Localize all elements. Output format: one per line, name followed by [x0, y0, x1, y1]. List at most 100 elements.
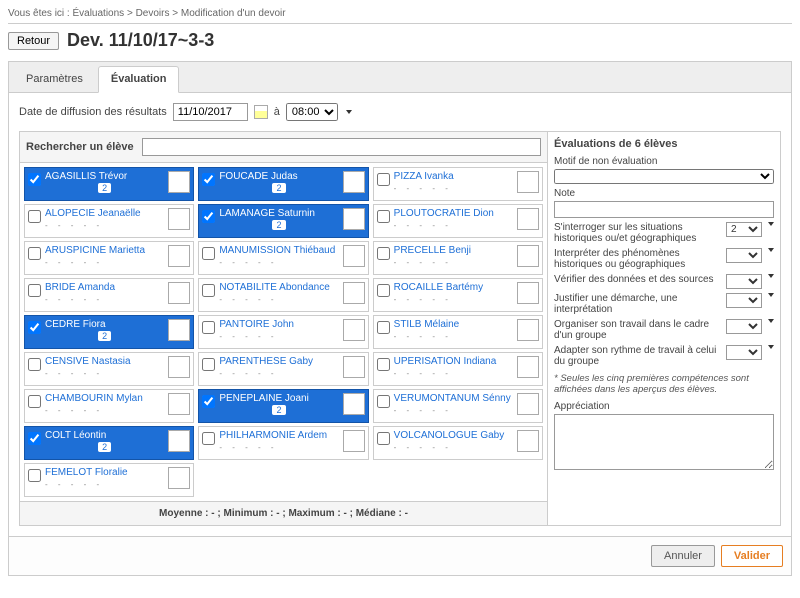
- student-name[interactable]: AGASILLIS Trévor: [45, 171, 164, 182]
- student-card[interactable]: ROCAILLE Bartémy- - - - -: [373, 278, 543, 312]
- student-card[interactable]: PLOUTOCRATIE Dion- - - - -: [373, 204, 543, 238]
- student-score-box[interactable]: [517, 245, 539, 267]
- motif-select[interactable]: [554, 169, 774, 184]
- student-score-box[interactable]: [343, 171, 365, 193]
- student-card[interactable]: CENSIVE Nastasia- - - - -: [24, 352, 194, 386]
- student-card[interactable]: UPERISATION Indiana- - - - -: [373, 352, 543, 386]
- student-checkbox[interactable]: [202, 210, 215, 223]
- student-card[interactable]: PENEPLAINE Joani2: [198, 389, 368, 423]
- student-checkbox[interactable]: [28, 284, 41, 297]
- competence-select[interactable]: [726, 274, 762, 289]
- student-score-box[interactable]: [343, 430, 365, 452]
- tab-evaluation[interactable]: Évaluation: [98, 66, 180, 93]
- student-name[interactable]: CHAMBOURIN Mylan: [45, 393, 164, 404]
- student-name[interactable]: PIZZA Ivanka: [394, 171, 513, 182]
- student-checkbox[interactable]: [377, 247, 390, 260]
- student-score-box[interactable]: [168, 282, 190, 304]
- student-checkbox[interactable]: [28, 210, 41, 223]
- student-card[interactable]: ARUSPICINE Marietta- - - - -: [24, 241, 194, 275]
- student-name[interactable]: STILB Mélaine: [394, 319, 513, 330]
- student-name[interactable]: CENSIVE Nastasia: [45, 356, 164, 367]
- student-score-box[interactable]: [343, 245, 365, 267]
- student-checkbox[interactable]: [28, 247, 41, 260]
- student-name[interactable]: VERUMONTANUM Sénny: [394, 393, 513, 404]
- student-card[interactable]: PRECELLE Benji- - - - -: [373, 241, 543, 275]
- student-score-box[interactable]: [517, 319, 539, 341]
- student-name[interactable]: ARUSPICINE Marietta: [45, 245, 164, 256]
- competence-select[interactable]: [726, 293, 762, 308]
- student-score-box[interactable]: [517, 430, 539, 452]
- student-name[interactable]: FEMELOT Floralie: [45, 467, 164, 478]
- student-score-box[interactable]: [343, 393, 365, 415]
- student-card[interactable]: CHAMBOURIN Mylan- - - - -: [24, 389, 194, 423]
- student-score-box[interactable]: [168, 467, 190, 489]
- student-score-box[interactable]: [517, 356, 539, 378]
- student-checkbox[interactable]: [202, 284, 215, 297]
- back-button[interactable]: Retour: [8, 32, 59, 50]
- validate-button[interactable]: Valider: [721, 545, 783, 567]
- student-name[interactable]: PANTOIRE John: [219, 319, 338, 330]
- student-name[interactable]: PLOUTOCRATIE Dion: [394, 208, 513, 219]
- student-name[interactable]: VOLCANOLOGUE Gaby: [394, 430, 513, 441]
- student-card[interactable]: PIZZA Ivanka- - - - -: [373, 167, 543, 201]
- student-card[interactable]: VOLCANOLOGUE Gaby- - - - -: [373, 426, 543, 460]
- student-card[interactable]: FEMELOT Floralie- - - - -: [24, 463, 194, 497]
- student-name[interactable]: PARENTHESE Gaby: [219, 356, 338, 367]
- competence-select[interactable]: [726, 248, 762, 263]
- competence-select[interactable]: 2: [726, 222, 762, 237]
- student-name[interactable]: MANUMISSION Thiébaud: [219, 245, 338, 256]
- student-checkbox[interactable]: [202, 247, 215, 260]
- student-checkbox[interactable]: [28, 358, 41, 371]
- student-score-box[interactable]: [168, 319, 190, 341]
- student-card[interactable]: FOUCADE Judas2: [198, 167, 368, 201]
- student-name[interactable]: BRIDE Amanda: [45, 282, 164, 293]
- student-score-box[interactable]: [168, 171, 190, 193]
- student-checkbox[interactable]: [377, 284, 390, 297]
- appreciation-textarea[interactable]: [554, 414, 774, 470]
- student-score-box[interactable]: [517, 282, 539, 304]
- student-score-box[interactable]: [168, 208, 190, 230]
- student-checkbox[interactable]: [377, 432, 390, 445]
- tab-parametres[interactable]: Paramètres: [13, 66, 96, 92]
- student-checkbox[interactable]: [202, 432, 215, 445]
- student-checkbox[interactable]: [28, 173, 41, 186]
- student-checkbox[interactable]: [377, 173, 390, 186]
- student-card[interactable]: VERUMONTANUM Sénny- - - - -: [373, 389, 543, 423]
- student-card[interactable]: PHILHARMONIE Ardem- - - - -: [198, 426, 368, 460]
- date-input[interactable]: [173, 103, 248, 121]
- student-name[interactable]: ROCAILLE Bartémy: [394, 282, 513, 293]
- student-name[interactable]: CEDRE Fiora: [45, 319, 164, 330]
- student-name[interactable]: ALOPECIE Jeanaëlle: [45, 208, 164, 219]
- student-card[interactable]: AGASILLIS Trévor2: [24, 167, 194, 201]
- student-score-box[interactable]: [168, 393, 190, 415]
- student-name[interactable]: PHILHARMONIE Ardem: [219, 430, 338, 441]
- student-checkbox[interactable]: [202, 395, 215, 408]
- student-name[interactable]: COLT Léontin: [45, 430, 164, 441]
- competence-select[interactable]: [726, 345, 762, 360]
- student-checkbox[interactable]: [28, 321, 41, 334]
- cancel-button[interactable]: Annuler: [651, 545, 715, 567]
- student-name[interactable]: LAMANAGE Saturnin: [219, 208, 338, 219]
- student-card[interactable]: MANUMISSION Thiébaud- - - - -: [198, 241, 368, 275]
- calendar-icon[interactable]: [254, 105, 268, 119]
- student-checkbox[interactable]: [377, 210, 390, 223]
- student-card[interactable]: BRIDE Amanda- - - - -: [24, 278, 194, 312]
- student-score-box[interactable]: [517, 171, 539, 193]
- student-score-box[interactable]: [517, 393, 539, 415]
- student-name[interactable]: PRECELLE Benji: [394, 245, 513, 256]
- student-card[interactable]: COLT Léontin2: [24, 426, 194, 460]
- student-checkbox[interactable]: [28, 469, 41, 482]
- student-checkbox[interactable]: [377, 395, 390, 408]
- student-name[interactable]: NOTABILITE Abondance: [219, 282, 338, 293]
- student-score-box[interactable]: [517, 208, 539, 230]
- competence-select[interactable]: [726, 319, 762, 334]
- student-checkbox[interactable]: [28, 395, 41, 408]
- student-checkbox[interactable]: [202, 358, 215, 371]
- student-score-box[interactable]: [343, 282, 365, 304]
- student-card[interactable]: PARENTHESE Gaby- - - - -: [198, 352, 368, 386]
- student-checkbox[interactable]: [377, 358, 390, 371]
- student-score-box[interactable]: [343, 319, 365, 341]
- student-score-box[interactable]: [168, 245, 190, 267]
- student-score-box[interactable]: [168, 430, 190, 452]
- student-card[interactable]: CEDRE Fiora2: [24, 315, 194, 349]
